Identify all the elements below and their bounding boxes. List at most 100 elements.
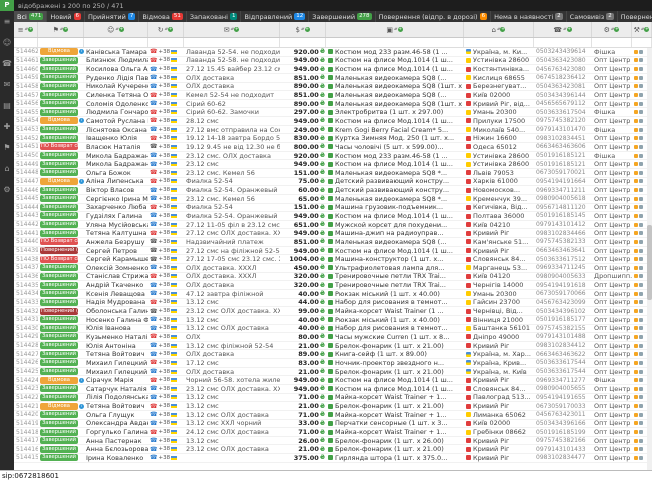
add-filter-icon[interactable]: + <box>500 27 505 32</box>
call-phone-icon[interactable]: ☎ <box>150 100 157 107</box>
call-phone-icon[interactable]: ☎ <box>150 454 157 461</box>
call-phone-icon[interactable]: ☎ <box>150 48 157 55</box>
sort-icon[interactable]: ▴▾ <box>165 27 168 32</box>
call-phone-icon[interactable]: ☎ <box>150 230 157 237</box>
order-row[interactable]: 514435 Завершений i Андрій Ткаченко ☎ +3… <box>14 281 652 290</box>
call-phone-icon[interactable]: ☎ <box>150 420 157 427</box>
status-tab[interactable]: Завершений 278 <box>309 11 375 22</box>
sort-icon[interactable]: ▴▾ <box>641 27 644 32</box>
call-phone-icon[interactable]: ☎ <box>150 74 157 81</box>
add-filter-icon[interactable]: + <box>567 27 572 32</box>
add-order-icon[interactable]: ✚ <box>0 116 14 137</box>
order-row[interactable]: 514448 Завершений i Ольга Божок ☎ +38 23… <box>14 169 652 178</box>
call-phone-icon[interactable]: ☎ <box>150 221 157 228</box>
app-logo[interactable]: P <box>0 0 14 11</box>
order-row[interactable]: 514426 Завершений i Михаил Гилецкий ☎ +3… <box>14 359 652 368</box>
call-phone-icon[interactable]: ☎ <box>150 126 157 133</box>
order-row[interactable]: 514420 Завершений i Ольга Глущук ☎ +38 1… <box>14 411 652 420</box>
call-phone-icon[interactable]: ☎ <box>150 368 157 375</box>
order-row[interactable]: 514418 Завершений i Горгулько Галина В..… <box>14 428 652 437</box>
menu-icon[interactable]: ≡ <box>0 11 14 32</box>
order-row[interactable]: 514415 Завершений i Ірина Коваленко ☎ +3… <box>14 454 652 463</box>
call-phone-icon[interactable]: ☎ <box>150 247 157 254</box>
call-phone-icon[interactable]: ☎ <box>150 256 157 263</box>
call-phone-icon[interactable]: ☎ <box>150 282 157 289</box>
call-phone-icon[interactable]: ☎ <box>150 316 157 323</box>
order-row[interactable]: 514436 Завершений i Станіслав Стрижак ☎ … <box>14 273 652 282</box>
order-row[interactable]: 514450 Завершений i Микола Бадражан ☎ +3… <box>14 152 652 161</box>
call-phone-icon[interactable]: ☎ <box>150 333 157 340</box>
status-tab[interactable]: Новий 6 <box>47 11 85 22</box>
order-row[interactable]: 514455 Завершений i Людмила Гончарова ☎ … <box>14 108 652 117</box>
call-phone-icon[interactable]: ☎ <box>150 212 157 219</box>
call-phone-icon[interactable]: ☎ <box>150 204 157 211</box>
order-row[interactable]: 514422 Завершений i Лілія Подолянська ☎ … <box>14 394 652 403</box>
order-row[interactable]: 514459 Завершений i Руденко Лідія Пав...… <box>14 74 652 83</box>
order-row[interactable]: 514417 Завершений i Анна Пастернак ☎ +38… <box>14 437 652 446</box>
call-phone-icon[interactable]: ☎ <box>150 178 157 185</box>
call-phone-icon[interactable]: ☎ <box>150 359 157 366</box>
call-phone-icon[interactable]: ☎ <box>150 109 157 116</box>
status-tab[interactable]: Нема в наявності 2 <box>491 11 567 22</box>
rows-column-header[interactable]: ≡ ▴▾ + <box>14 22 38 37</box>
order-row[interactable]: 514432 Повернений (з... i Оболонська Гал… <box>14 307 652 316</box>
home-icon[interactable]: ⌂ <box>0 158 14 179</box>
add-filter-icon[interactable]: + <box>119 27 124 32</box>
order-row[interactable]: 514452 Завершений i Іващенко Юлія ☎ +38 … <box>14 134 652 143</box>
filter-cell[interactable] <box>326 38 464 47</box>
sort-icon[interactable]: ▴▾ <box>563 27 566 32</box>
scrollbar[interactable] <box>647 48 652 470</box>
status-tab[interactable]: Запаковані 1 <box>187 11 242 22</box>
call-phone-icon[interactable]: ☎ <box>150 446 157 453</box>
call-phone-icon[interactable]: ☎ <box>150 187 157 194</box>
delivery-column-header[interactable]: ⌂ ▴▾ + <box>464 22 534 37</box>
filter-cell[interactable] <box>280 38 326 47</box>
sort-icon[interactable]: ▴▾ <box>611 27 614 32</box>
order-row[interactable]: 514442 Завершений i Уляна Мусійовська ☎ … <box>14 221 652 230</box>
filter-cell[interactable] <box>148 38 184 47</box>
settings-icon[interactable]: ⚙ <box>0 179 14 200</box>
call-phone-icon[interactable]: ☎ <box>150 152 157 159</box>
order-row[interactable]: 514431 Завершений i Носенко Галина Ф... … <box>14 316 652 325</box>
status-tab[interactable]: Відправлений 12 <box>241 11 309 22</box>
filter-cell[interactable] <box>38 38 84 47</box>
order-row[interactable]: 514421 Відмова i Тетяна Войтович ☎ +38 1… <box>14 402 652 411</box>
order-row[interactable]: 514462 Відмова i Канівська Тамара ☎ +38 … <box>14 48 652 57</box>
sort-icon[interactable]: ▴▾ <box>60 27 63 32</box>
call-phone-icon[interactable]: ☎ <box>150 161 157 168</box>
messages-icon[interactable]: ✉ <box>0 74 14 95</box>
add-filter-icon[interactable]: + <box>28 27 33 32</box>
call-phone-icon[interactable]: ☎ <box>150 351 157 358</box>
call-phone-icon[interactable]: ☎ <box>150 117 157 124</box>
filter-cell[interactable] <box>14 38 38 47</box>
call-phone-icon[interactable]: ☎ <box>150 342 157 349</box>
call-phone-icon[interactable]: ☎ <box>150 299 157 306</box>
order-row[interactable]: 514449 Завершений i Микола Бадражан ☎ +3… <box>14 160 652 169</box>
order-row[interactable]: 514454 Відмова i Самотой Руслана Во... ☎… <box>14 117 652 126</box>
source-column-header[interactable]: ⚙ ▴▾ + <box>592 22 632 37</box>
call-phone-icon[interactable]: ☎ <box>150 143 157 150</box>
contact-column-header[interactable]: ↻ ▴▾ + <box>148 22 184 37</box>
flags-icon[interactable]: ⚑ <box>0 137 14 158</box>
call-phone-icon[interactable]: ☎ <box>150 169 157 176</box>
call-phone-icon[interactable]: ☎ <box>150 325 157 332</box>
status-tab[interactable]: Повернення 9 <box>618 11 652 22</box>
add-filter-icon[interactable]: + <box>168 27 173 32</box>
call-phone-icon[interactable]: ☎ <box>150 66 157 73</box>
filter-cell[interactable] <box>464 38 534 47</box>
calls-icon[interactable]: ☎ <box>0 53 14 74</box>
order-row[interactable]: 514416 Завершений i Анна Бєлозьорова ☎ +… <box>14 445 652 454</box>
sort-icon[interactable]: ▴▾ <box>301 27 304 32</box>
add-filter-icon[interactable]: + <box>63 27 68 32</box>
order-row[interactable]: 514451 ПО Возврат ск. i Власюк Наталія ☎… <box>14 143 652 152</box>
order-row[interactable]: 514438 ПО Возврат ск. i Сергей Карамышев… <box>14 255 652 264</box>
add-filter-icon[interactable]: + <box>614 27 619 32</box>
order-row[interactable]: 514424 Відмова i Сірачук Марія ☎ +38 Чор… <box>14 376 652 385</box>
order-row[interactable]: 514434 Завершений i Ксенія Леващова ☎ +3… <box>14 290 652 299</box>
order-row[interactable]: 514461 Завершений i Близнюк Людмила ... … <box>14 57 652 66</box>
order-row[interactable]: 514439 Повернений (з... i Сергей Петров … <box>14 247 652 256</box>
sort-icon[interactable]: ▴▾ <box>394 27 397 32</box>
profile-icon[interactable]: ☺ <box>0 32 14 53</box>
call-phone-icon[interactable]: ☎ <box>150 411 157 418</box>
call-phone-icon[interactable]: ☎ <box>150 394 157 401</box>
